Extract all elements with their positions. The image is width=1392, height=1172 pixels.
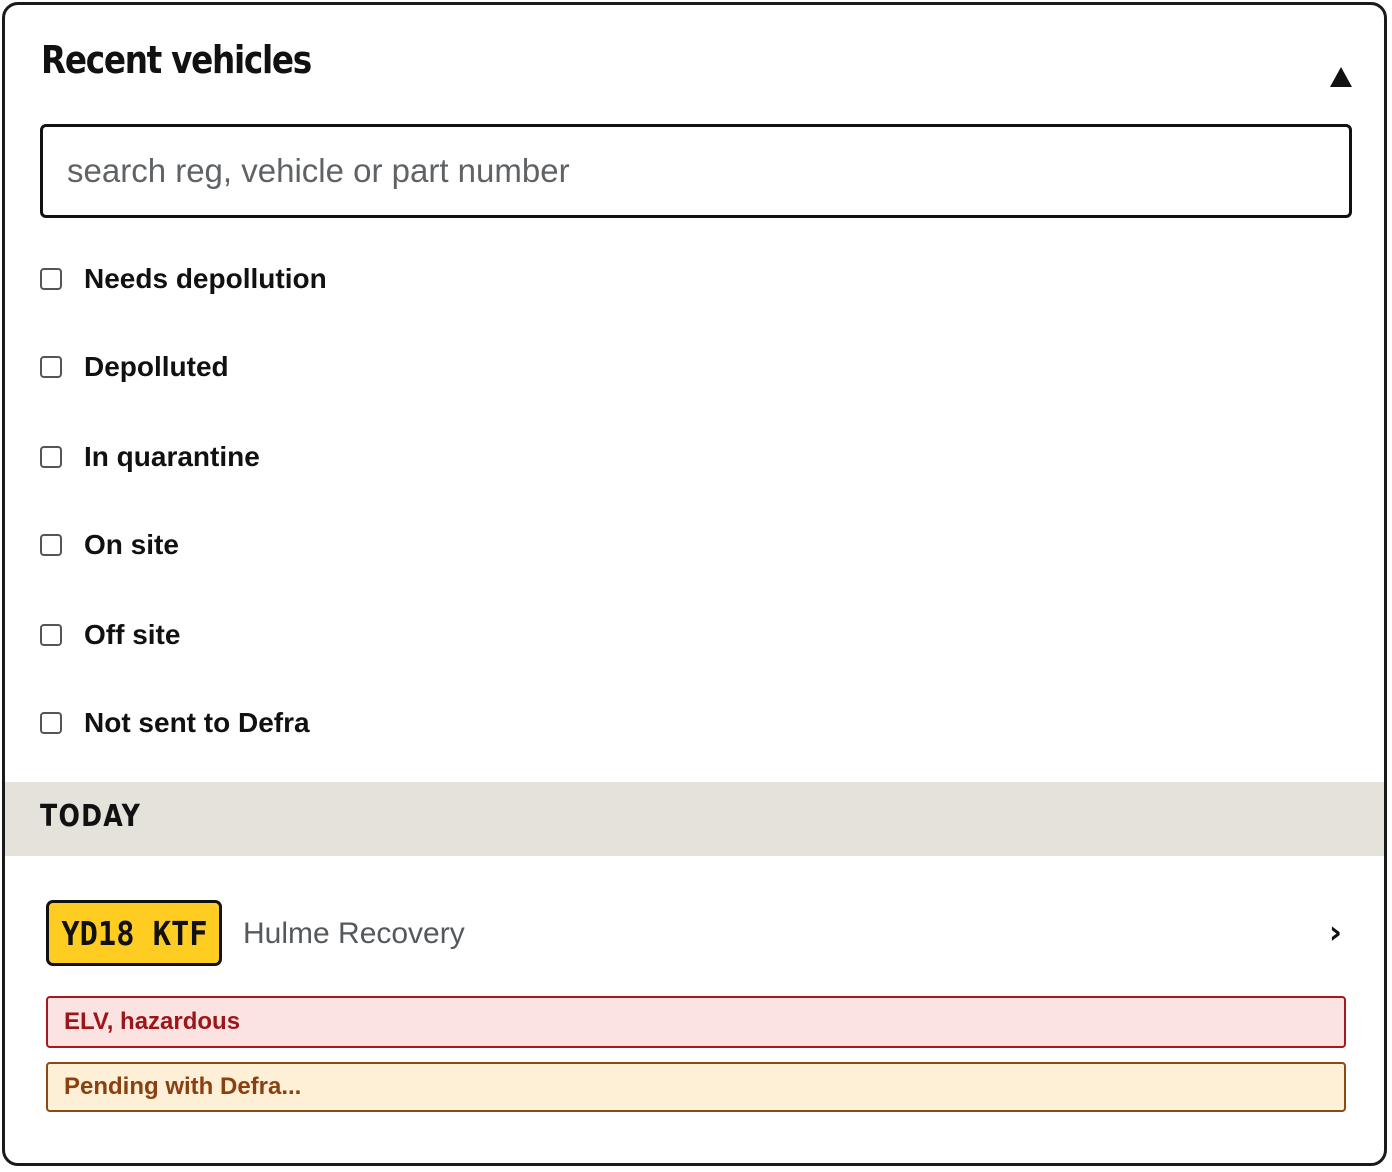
filter-label: On site — [84, 529, 179, 560]
checkbox[interactable] — [40, 712, 62, 734]
filter-off-site[interactable]: Off site — [40, 615, 180, 655]
section-header-today: TODAY — [5, 782, 1384, 856]
search-input[interactable] — [40, 124, 1352, 218]
registration-plate: YD18 KTF — [46, 900, 222, 966]
filter-depolluted[interactable]: Depolluted — [40, 347, 229, 387]
panel-title: Recent vehicles — [41, 38, 312, 82]
section-label: TODAY — [40, 799, 142, 834]
status-tag-pending-defra: Pending with Defra... — [46, 1062, 1346, 1112]
registration-number: YD18 KTF — [60, 913, 208, 953]
filter-in-quarantine[interactable]: In quarantine — [40, 437, 260, 477]
checkbox[interactable] — [40, 268, 62, 290]
filter-label: Depolluted — [84, 351, 229, 382]
filter-needs-depollution[interactable]: Needs depollution — [40, 259, 327, 299]
checkbox[interactable] — [40, 446, 62, 468]
vehicle-row[interactable]: YD18 KTF Hulme Recovery › — [5, 898, 1384, 968]
collapse-triangle-up-icon[interactable] — [1330, 67, 1352, 87]
checkbox[interactable] — [40, 356, 62, 378]
vehicle-source-name: Hulme Recovery — [243, 917, 465, 950]
recent-vehicles-panel: Recent vehicles Needs depollution Depoll… — [2, 2, 1387, 1166]
filter-label: Not sent to Defra — [84, 707, 310, 738]
status-tag-label: ELV, hazardous — [64, 1008, 241, 1035]
status-tag-label: Pending with Defra... — [64, 1073, 302, 1100]
status-tag-elv-hazardous: ELV, hazardous — [46, 996, 1346, 1048]
filter-on-site[interactable]: On site — [40, 525, 179, 565]
filter-not-sent-to-defra[interactable]: Not sent to Defra — [40, 703, 310, 743]
filter-label: In quarantine — [84, 441, 260, 472]
filter-label: Off site — [84, 619, 181, 650]
filter-label: Needs depollution — [84, 263, 327, 294]
checkbox[interactable] — [40, 624, 62, 646]
chevron-right-icon[interactable]: › — [1329, 916, 1342, 948]
checkbox[interactable] — [40, 534, 62, 556]
